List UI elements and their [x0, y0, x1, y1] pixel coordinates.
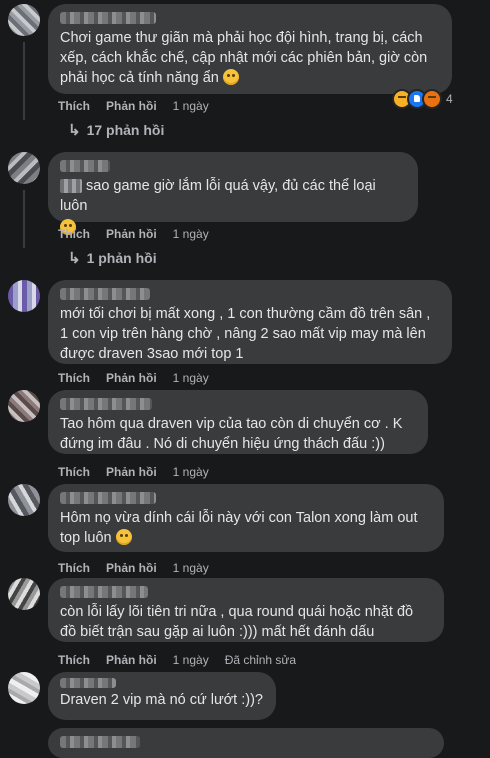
angry-reaction-icon: [422, 89, 442, 109]
comment-bubble: sao game giờ lắm lỗi quá vậy, đủ các thể…: [48, 152, 418, 235]
timestamp[interactable]: 1 ngày: [173, 99, 209, 113]
avatar[interactable]: [8, 578, 40, 610]
avatar[interactable]: [8, 4, 40, 36]
comment-bubble: Hôm nọ vừa dính cái lỗi này với con Talo…: [48, 484, 444, 552]
reaction-summary[interactable]: 4: [392, 89, 453, 109]
reply-button[interactable]: Phản hồi: [106, 653, 157, 667]
avatar[interactable]: [8, 484, 40, 516]
author-name[interactable]: [60, 288, 150, 300]
comment-text: Hôm nọ vừa dính cái lỗi này với con Talo…: [60, 510, 418, 546]
edited-label: Đã chỉnh sửa: [224, 653, 297, 667]
comment-text: mới tối chơi bị mất xong , 1 con thường …: [60, 306, 431, 362]
timestamp[interactable]: 1 ngày: [173, 561, 209, 575]
comment-bubble: Tao hôm qua draven vip của tao còn di ch…: [48, 390, 428, 454]
comment-bubble: [48, 728, 444, 758]
avatar[interactable]: [8, 152, 40, 184]
comment-text: Chơi game thư giãn mà phải học đội hình,…: [60, 30, 428, 86]
comment-actions: Thích Phản hồi 1 ngày: [58, 226, 225, 242]
like-button[interactable]: Thích: [58, 653, 90, 667]
view-replies-link[interactable]: ↳ 17 phản hồi: [68, 121, 164, 139]
astonished-emoji-icon: [222, 69, 239, 85]
reaction-count: 4: [446, 92, 453, 106]
like-button[interactable]: Thích: [58, 561, 90, 575]
comment-bubble: Chơi game thư giãn mà phải học đội hình,…: [48, 4, 452, 94]
avatar[interactable]: [8, 390, 40, 422]
comment-bubble: còn lỗi lấy lõi tiên tri nữa , qua round…: [48, 578, 444, 642]
redacted-mention: [60, 179, 82, 194]
author-name[interactable]: [60, 160, 110, 172]
comment-text: sao game giờ lắm lỗi quá vậy, đủ các thể…: [60, 178, 376, 214]
comment-actions: Thích Phản hồi 1 ngày Đã chỉnh sửa: [58, 652, 296, 668]
reply-arrow-icon: ↳: [68, 250, 81, 267]
avatar[interactable]: [8, 280, 40, 312]
like-button[interactable]: Thích: [58, 99, 90, 113]
comment-bubble: mới tối chơi bị mất xong , 1 con thường …: [48, 280, 452, 364]
author-name[interactable]: [60, 736, 140, 748]
comment-text: Draven 2 vip mà nó cứ lướt :))?: [60, 692, 263, 708]
comment-actions: Thích Phản hồi 1 ngày: [58, 464, 225, 480]
reply-button[interactable]: Phản hồi: [106, 227, 157, 241]
timestamp[interactable]: 1 ngày: [173, 465, 209, 479]
reply-button[interactable]: Phản hồi: [106, 99, 157, 113]
comment-actions: Thích Phản hồi 1 ngày: [58, 370, 225, 386]
reply-arrow-icon: ↳: [68, 122, 81, 139]
comment-text: còn lỗi lấy lõi tiên tri nữa , qua round…: [60, 604, 414, 640]
author-name[interactable]: [60, 492, 156, 504]
author-name[interactable]: [60, 678, 116, 688]
like-button[interactable]: Thích: [58, 371, 90, 385]
author-name[interactable]: [60, 586, 148, 598]
like-button[interactable]: Thích: [58, 227, 90, 241]
reply-button[interactable]: Phản hồi: [106, 371, 157, 385]
reply-button[interactable]: Phản hồi: [106, 465, 157, 479]
thread-line: [23, 42, 25, 120]
timestamp[interactable]: 1 ngày: [173, 227, 209, 241]
author-name[interactable]: [60, 398, 152, 410]
thread-line: [23, 190, 25, 248]
comment-text: Tao hôm qua draven vip của tao còn di ch…: [60, 416, 403, 452]
timestamp[interactable]: 1 ngày: [173, 653, 209, 667]
comment-bubble: Draven 2 vip mà nó cứ lướt :))?: [48, 672, 276, 720]
avatar[interactable]: [8, 672, 40, 704]
hushed-emoji-icon: [115, 529, 132, 545]
replies-count: 17 phản hồi: [86, 122, 165, 138]
reply-button[interactable]: Phản hồi: [106, 561, 157, 575]
timestamp[interactable]: 1 ngày: [173, 371, 209, 385]
replies-count: 1 phản hồi: [86, 250, 157, 266]
comment-actions: Thích Phản hồi 1 ngày: [58, 98, 225, 114]
author-name[interactable]: [60, 12, 156, 24]
like-button[interactable]: Thích: [58, 465, 90, 479]
view-replies-link[interactable]: ↳ 1 phản hồi: [68, 249, 157, 267]
comment-actions: Thích Phản hồi 1 ngày: [58, 560, 225, 576]
